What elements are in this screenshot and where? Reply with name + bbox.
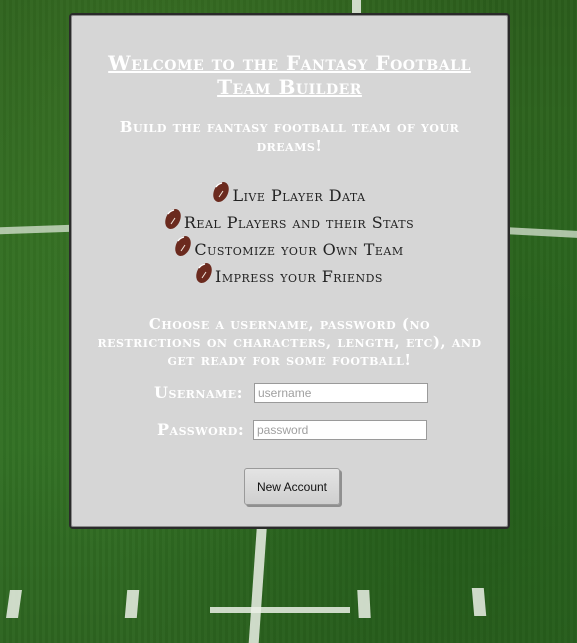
username-row: Username: [71, 382, 508, 404]
feature-item: Real Players and their Stats [71, 208, 508, 235]
hash-mark [6, 590, 22, 618]
feature-label: Impress your Friends [215, 267, 383, 286]
football-icon [196, 263, 212, 283]
yard-line [0, 224, 72, 235]
feature-item: Customize your Own Team [71, 235, 508, 262]
signup-panel: Welcome to the Fantasy Football Team Bui… [69, 13, 510, 529]
feature-item: Impress your Friends [71, 262, 508, 289]
football-icon [213, 182, 230, 202]
yard-line [248, 520, 268, 643]
feature-list: Live Player Data Real Players and their … [71, 181, 508, 289]
page-subtitle: Build the fantasy football team of your … [119, 118, 460, 155]
feature-label: Live Player Data [232, 186, 366, 205]
feature-label: Real Players and their Stats [183, 213, 415, 232]
signup-instructions: Choose a username, password (no restrict… [97, 315, 482, 369]
hash-mark [124, 590, 140, 618]
yard-line [505, 227, 577, 238]
password-row: Password: [71, 419, 508, 441]
password-label: Password: [157, 420, 245, 439]
hash-mark [357, 590, 371, 618]
password-input[interactable] [253, 420, 427, 440]
username-label: Username: [154, 383, 243, 402]
new-account-button[interactable]: New Account [244, 468, 340, 505]
feature-item: Live Player Data [71, 181, 508, 208]
feature-label: Customize your Own Team [194, 240, 404, 259]
username-input[interactable] [254, 383, 428, 403]
yard-line [352, 0, 361, 14]
football-icon [165, 209, 181, 229]
yard-line [210, 607, 350, 613]
hash-mark [471, 588, 487, 616]
football-icon [175, 236, 192, 256]
page-title: Welcome to the Fantasy Football Team Bui… [108, 51, 471, 99]
